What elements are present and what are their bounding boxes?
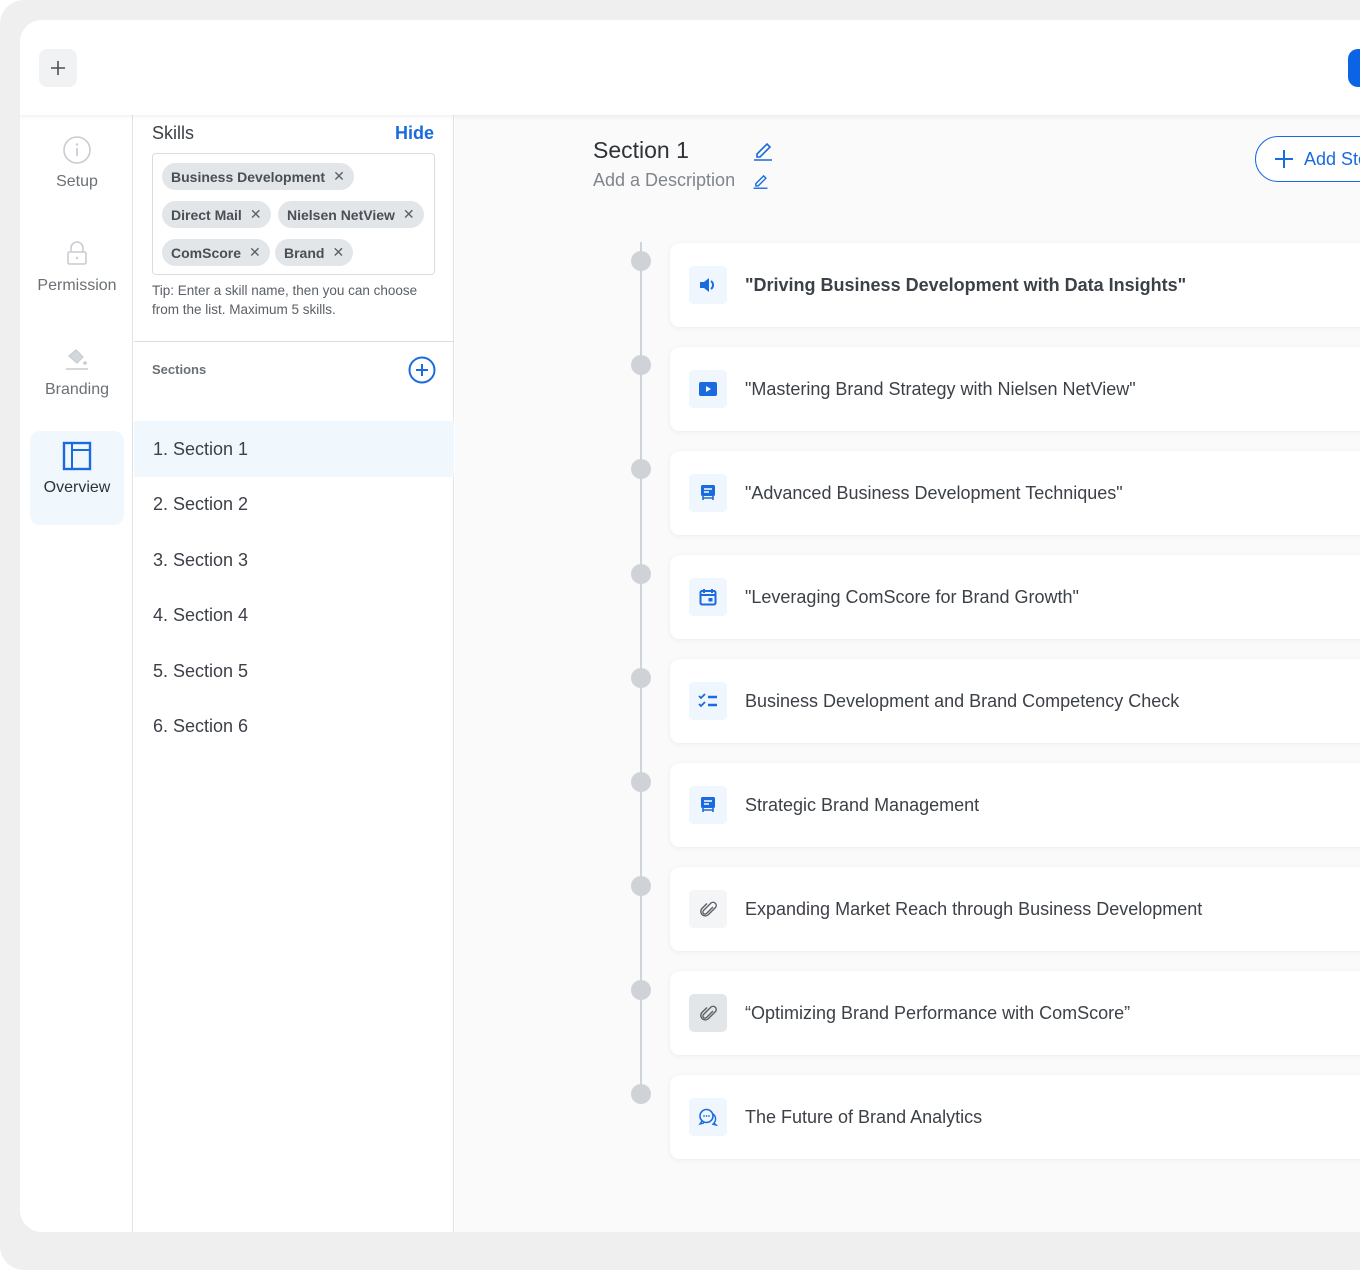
lock-icon [65,237,89,271]
timeline-dot [631,876,651,896]
paint-bucket-icon [64,341,90,375]
skill-chip-label: Direct Mail [171,206,242,223]
timeline-dot [631,564,651,584]
presentation-icon [689,786,727,824]
section-item-2[interactable]: 2. Section 2 [134,476,454,532]
step-card[interactable]: Strategic Brand Management [670,763,1360,847]
timeline-dot [631,668,651,688]
section-title: Section 1 [593,137,689,163]
step-card[interactable]: “Optimizing Brand Performance with ComSc… [670,971,1360,1055]
step-card[interactable]: "Mastering Brand Strategy with Nielsen N… [670,347,1360,431]
remove-skill-icon[interactable]: ✕ [403,206,415,223]
layout-panel-icon [61,439,93,473]
section-description[interactable]: Add a Description [593,170,735,191]
app-window: Setup Permission Branding Overview Skill… [20,20,1360,1232]
step-card[interactable]: Expanding Market Reach through Business … [670,867,1360,951]
edit-description-button[interactable] [752,172,769,189]
step-card[interactable]: Business Development and Brand Competenc… [670,659,1360,743]
skill-chip-label: Nielsen NetView [287,206,395,223]
edit-title-button[interactable] [752,139,774,161]
nav-item-permission[interactable]: Permission [30,229,124,323]
add-tab-button[interactable] [39,49,77,87]
nav-label: Setup [56,173,98,190]
section-item-3[interactable]: 3. Section 3 [134,532,454,588]
step-card[interactable]: "Leveraging ComScore for Brand Growth" [670,555,1360,639]
info-circle-icon [62,133,92,167]
remove-skill-icon[interactable]: ✕ [250,206,262,223]
skill-chip-label: ComScore [171,244,242,261]
skill-chip: Nielsen NetView ✕ [278,201,424,228]
nav-label: Branding [44,381,110,398]
nav-label: Permission [37,277,117,294]
plus-icon [51,61,65,75]
step-title: "Driving Business Development with Data … [745,274,1187,295]
step-title: "Mastering Brand Strategy with Nielsen N… [745,378,1136,399]
skill-chip: ComScore ✕ [162,239,270,266]
nav-label: Overview [43,479,111,496]
step-title: "Leveraging ComScore for Brand Growth" [745,586,1079,607]
step-card[interactable]: The Future of Brand Analytics [670,1075,1360,1159]
skills-sections-panel: Skills Hide Business Development ✕ Direc… [134,115,454,1232]
skills-input[interactable]: Business Development ✕ Direct Mail ✕ Nie… [152,153,435,275]
top-bar [20,20,1360,115]
skill-chip: Business Development ✕ [162,163,354,190]
timeline-dot [631,355,651,375]
add-step-button[interactable]: Add Step [1255,136,1360,182]
step-card[interactable]: "Advanced Business Development Technique… [670,451,1360,535]
plus-circle-icon [408,356,436,384]
plus-icon [1275,150,1293,168]
timeline-dot [631,459,651,479]
timeline-dot [631,772,651,792]
skill-chip-label: Business Development [171,168,326,185]
video-icon [689,370,727,408]
remove-skill-icon[interactable]: ✕ [333,168,345,185]
calendar-icon [689,578,727,616]
skill-chip: Direct Mail ✕ [162,201,271,228]
section-editor: Section 1 Add a Description Add Step "Dr… [455,115,1360,1232]
timeline-dot [631,251,651,271]
step-title: Expanding Market Reach through Business … [745,898,1203,919]
checklist-icon [689,682,727,720]
paperclip-icon [689,890,727,928]
remove-skill-icon[interactable]: ✕ [249,244,261,261]
add-step-label: Add Step [1304,148,1360,169]
remove-skill-icon[interactable]: ✕ [332,244,344,261]
step-card[interactable]: "Driving Business Development with Data … [670,243,1360,327]
left-nav: Setup Permission Branding Overview [20,115,133,1232]
pencil-icon [754,142,772,161]
step-title: Strategic Brand Management [745,794,980,815]
chat-bubbles-icon [689,1098,727,1136]
section-item-4[interactable]: 4. Section 4 [134,587,454,643]
section-item-1[interactable]: 1. Section 1 [134,421,454,477]
audio-icon [689,266,727,304]
pencil-icon [753,174,768,189]
skill-chip: Brand ✕ [275,239,354,266]
skill-chip-label: Brand [284,244,325,261]
nav-item-overview[interactable]: Overview [30,431,124,525]
step-title: Business Development and Brand Competenc… [745,690,1180,711]
paperclip-icon [689,994,727,1032]
nav-item-branding[interactable]: Branding [30,333,124,427]
timeline-dot [631,980,651,1000]
nav-item-setup[interactable]: Setup [30,125,124,219]
timeline-dot [631,1084,651,1104]
section-item-5[interactable]: 5. Section 5 [134,643,454,699]
hide-skills-link[interactable]: Hide [395,123,434,144]
step-title: "Advanced Business Development Technique… [745,482,1123,503]
divider [134,341,454,342]
sections-label: Sections [152,362,207,377]
skills-tip: Tip: Enter a skill name, then you can ch… [152,283,418,317]
presentation-icon [689,474,727,512]
add-section-button[interactable] [408,356,436,384]
primary-action-button[interactable] [1348,49,1360,87]
skills-title: Skills [152,123,195,143]
step-title: “Optimizing Brand Performance with ComSc… [745,1002,1131,1023]
section-item-6[interactable]: 6. Section 6 [134,698,454,754]
step-title: The Future of Brand Analytics [745,1106,983,1127]
